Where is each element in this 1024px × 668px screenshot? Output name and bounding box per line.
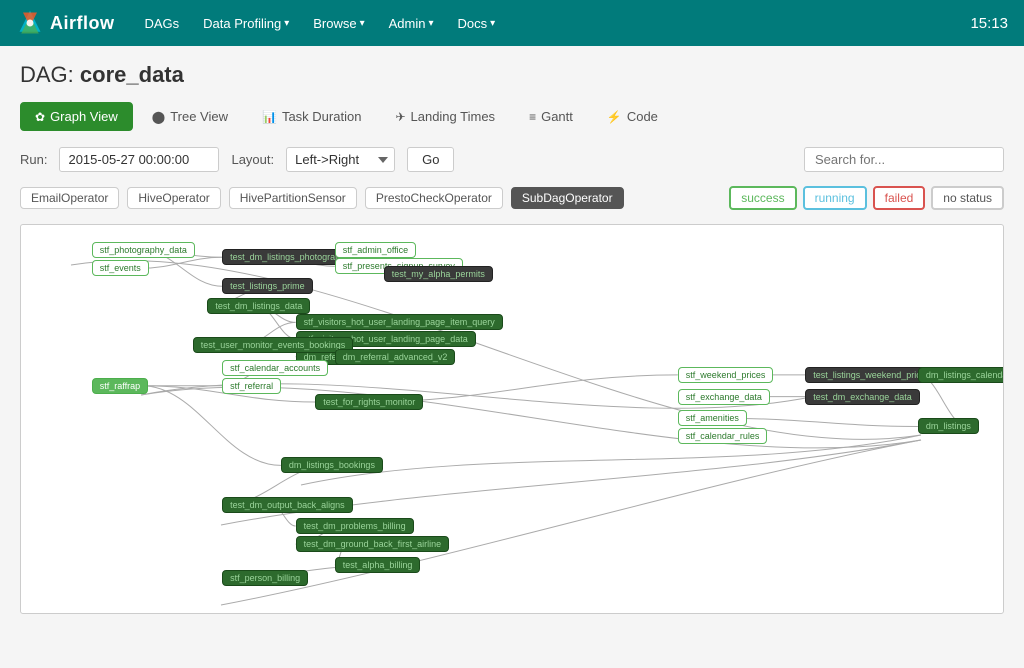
tab-bar: ✿ Graph View ⬤ Tree View 📊 Task Duration… xyxy=(20,102,1004,131)
status-no-status[interactable]: no status xyxy=(931,186,1004,210)
graph-icon: ✿ xyxy=(35,110,45,124)
dag-node-n22[interactable]: stf_amenities xyxy=(678,410,747,426)
chevron-down-icon: ▾ xyxy=(360,18,365,29)
dag-node-n30[interactable]: stf_person_billing xyxy=(222,570,308,586)
dag-node-n7[interactable]: test_dm_listings_data xyxy=(207,298,310,314)
op-email[interactable]: EmailOperator xyxy=(20,187,119,209)
status-legend: success running failed no status xyxy=(729,186,1004,210)
status-success[interactable]: success xyxy=(729,186,796,210)
tab-task-duration[interactable]: 📊 Task Duration xyxy=(247,102,376,131)
chevron-down-icon: ▾ xyxy=(284,18,289,29)
nav-data-profiling[interactable]: Data Profiling▾ xyxy=(193,12,299,35)
dag-node-n16[interactable]: test_for_rights_monitor xyxy=(315,394,423,410)
tab-gantt[interactable]: ≡ Gantt xyxy=(514,102,588,131)
dag-graph[interactable]: stf_photography_data stf_events test_dm_li… xyxy=(20,224,1004,614)
dag-node-n6[interactable]: test_listings_prime xyxy=(222,278,313,294)
layout-select[interactable]: Left->Right Top->Bottom xyxy=(286,147,395,172)
code-icon: ⚡ xyxy=(607,110,622,124)
brand-label: Airflow xyxy=(50,13,115,34)
op-hive-partition[interactable]: HivePartitionSensor xyxy=(229,187,357,209)
chart-icon: 📊 xyxy=(262,110,277,124)
nav-browse[interactable]: Browse▾ xyxy=(303,12,374,35)
dag-node-n2[interactable]: stf_events xyxy=(92,260,149,276)
status-running[interactable]: running xyxy=(803,186,867,210)
controls-row: Run: Layout: Left->Right Top->Bottom Go xyxy=(20,147,1004,172)
dag-node-n14[interactable]: stf_referral xyxy=(222,378,281,394)
run-input[interactable] xyxy=(59,147,219,172)
page-content: DAG: core_data ✿ Graph View ⬤ Tree View … xyxy=(0,46,1024,630)
dag-node-n27[interactable]: test_dm_problems_billing xyxy=(296,518,414,534)
dag-node-n26[interactable]: test_dm_output_back_aligns xyxy=(222,497,353,513)
tab-tree-view[interactable]: ⬤ Tree View xyxy=(137,102,243,131)
dag-edges xyxy=(21,225,1003,613)
dag-node-n18[interactable]: test_listings_weekend_price xyxy=(805,367,934,383)
clock-display: 15:13 xyxy=(970,15,1008,32)
nav-dags[interactable]: DAGs xyxy=(135,12,190,35)
go-button[interactable]: Go xyxy=(407,147,454,172)
nav-docs[interactable]: Docs▾ xyxy=(448,12,506,35)
dag-node-n24[interactable]: dm_listings xyxy=(918,418,979,434)
dag-node-n8[interactable]: test_my_alpha_permits xyxy=(384,266,493,282)
dag-node-n23[interactable]: stf_calendar_rules xyxy=(678,428,768,444)
dag-name: core_data xyxy=(80,62,184,87)
dag-node-n31[interactable]: dm_referral_advanced_v2 xyxy=(335,349,456,365)
dag-node-n9[interactable]: stf_visitors_hot_user_landing_page_item_… xyxy=(296,314,503,330)
dag-node-n15[interactable]: stf_raffrap xyxy=(92,378,148,394)
status-failed[interactable]: failed xyxy=(873,186,926,210)
chevron-down-icon: ▾ xyxy=(490,18,495,29)
tree-icon: ⬤ xyxy=(152,110,165,124)
dag-node-n20[interactable]: stf_exchange_data xyxy=(678,389,770,405)
dag-node-n29[interactable]: test_alpha_billing xyxy=(335,557,421,573)
tab-landing-times[interactable]: ✈ Landing Times xyxy=(380,102,510,131)
nav-admin[interactable]: Admin▾ xyxy=(379,12,444,35)
dag-node-n28[interactable]: test_dm_ground_back_first_airline xyxy=(296,536,450,552)
landing-icon: ✈ xyxy=(395,110,405,124)
search-input[interactable] xyxy=(804,147,1004,172)
op-hive[interactable]: HiveOperator xyxy=(127,187,220,209)
nav-links: DAGs Data Profiling▾ Browse▾ Admin▾ Docs… xyxy=(135,12,971,35)
gantt-icon: ≡ xyxy=(529,110,536,124)
chevron-down-icon: ▾ xyxy=(429,18,434,29)
dag-node-n1[interactable]: stf_photography_data xyxy=(92,242,195,258)
dag-node-n4[interactable]: stf_admin_office xyxy=(335,242,416,258)
dag-node-n21[interactable]: test_dm_exchange_data xyxy=(805,389,920,405)
dag-node-n12[interactable]: test_user_monitor_events_bookings xyxy=(193,337,354,353)
airflow-logo-icon xyxy=(16,9,44,37)
navbar: Airflow DAGs Data Profiling▾ Browse▾ Adm… xyxy=(0,0,1024,46)
operator-row: EmailOperator HiveOperator HivePartition… xyxy=(20,186,1004,210)
run-label: Run: xyxy=(20,152,47,167)
layout-label: Layout: xyxy=(231,152,274,167)
dag-node-n13[interactable]: stf_calendar_accounts xyxy=(222,360,328,376)
brand[interactable]: Airflow xyxy=(16,9,115,37)
dag-title: DAG: core_data xyxy=(20,62,1004,88)
dag-node-n17[interactable]: stf_weekend_prices xyxy=(678,367,774,383)
tab-graph-view[interactable]: ✿ Graph View xyxy=(20,102,133,131)
dag-node-n19[interactable]: dm_listings_calendar_pricing xyxy=(918,367,1004,383)
op-subdag[interactable]: SubDagOperator xyxy=(511,187,624,209)
op-presto[interactable]: PrestoCheckOperator xyxy=(365,187,503,209)
tab-code[interactable]: ⚡ Code xyxy=(592,102,673,131)
dag-node-n25[interactable]: dm_listings_bookings xyxy=(281,457,383,473)
